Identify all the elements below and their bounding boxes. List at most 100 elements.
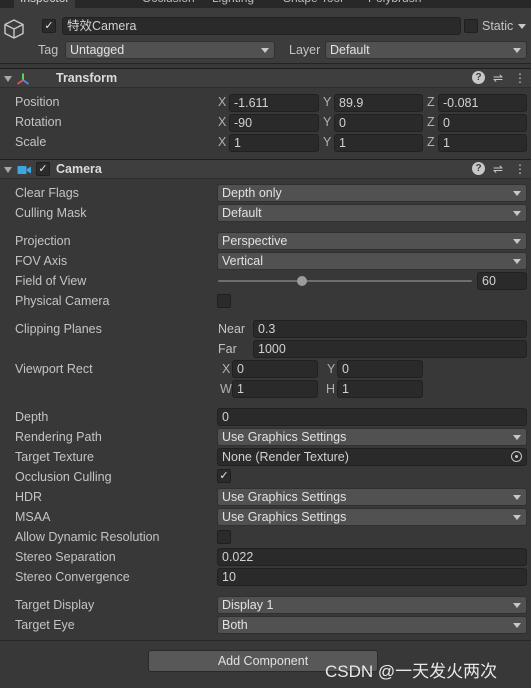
camera-icon (17, 164, 32, 176)
position-y-axis: Y (323, 95, 332, 109)
depth-label: Depth (15, 410, 49, 424)
culling-mask-dropdown[interactable]: Default (217, 204, 527, 222)
physical-camera-checkbox[interactable] (217, 294, 231, 308)
tab-occlusion[interactable]: Occlusion (142, 0, 195, 8)
viewport-rect-label: Viewport Rect (15, 362, 93, 376)
tab-lighting[interactable]: Lighting (212, 0, 254, 8)
scale-y-field[interactable]: 1 (334, 134, 423, 152)
position-label: Position (15, 95, 60, 109)
foldout-arrow-icon[interactable] (4, 167, 12, 173)
rendering-path-dropdown[interactable]: Use Graphics Settings (217, 428, 527, 446)
scale-x-field[interactable]: 1 (229, 134, 319, 152)
target-eye-dropdown[interactable]: Both (217, 616, 527, 634)
object-name-field[interactable]: 特效Camera (62, 17, 461, 35)
scale-z-axis: Z (427, 135, 435, 149)
clear-flags-dropdown[interactable]: Depth only (217, 184, 527, 202)
help-icon[interactable]: ? (472, 162, 485, 175)
msaa-value: Use Graphics Settings (222, 510, 347, 524)
tag-label: Tag (38, 43, 59, 57)
fov-slider-handle[interactable] (296, 276, 307, 286)
occlusion-culling-checkbox[interactable]: ✓ (217, 469, 231, 483)
near-label: Near (218, 322, 246, 336)
scale-y-axis: Y (323, 135, 332, 149)
transform-header[interactable]: Transform ? ⇌ ⋮ (0, 68, 531, 88)
fov-label: Field of View (15, 274, 87, 288)
fov-slider-track[interactable] (218, 280, 472, 282)
viewport-x-field[interactable]: 0 (232, 360, 318, 378)
position-x-field[interactable]: -1.611 (229, 94, 319, 112)
component-menu-icon[interactable]: ⋮ (514, 162, 526, 176)
physical-camera-label: Physical Camera (15, 294, 110, 308)
chevron-down-icon (513, 515, 521, 520)
camera-title: Camera (56, 162, 102, 176)
target-texture-field[interactable]: None (Render Texture) (217, 448, 527, 466)
chevron-down-icon (261, 48, 269, 53)
target-display-value: Display 1 (222, 598, 274, 612)
hdr-value: Use Graphics Settings (222, 490, 347, 504)
depth-field[interactable]: 0 (217, 408, 527, 426)
chevron-down-icon (513, 259, 521, 264)
tag-dropdown[interactable]: Untagged (65, 41, 275, 59)
layer-value: Default (330, 43, 370, 57)
occlusion-culling-label: Occlusion Culling (15, 470, 112, 484)
viewport-h-field[interactable]: 1 (337, 380, 423, 398)
fov-axis-dropdown[interactable]: Vertical (217, 252, 527, 270)
object-picker-icon[interactable] (511, 451, 522, 462)
rotation-label: Rotation (15, 115, 62, 129)
projection-label: Projection (15, 234, 71, 248)
scale-z-field[interactable]: 1 (438, 134, 527, 152)
static-checkbox[interactable] (464, 19, 478, 33)
rotation-z-field[interactable]: 0 (438, 114, 527, 132)
presets-icon[interactable]: ⇌ (493, 71, 503, 85)
tab-polybrush[interactable]: Polybrush (368, 0, 421, 8)
msaa-dropdown[interactable]: Use Graphics Settings (217, 508, 527, 526)
position-y-field[interactable]: 89.9 (334, 94, 423, 112)
tab-inspector[interactable]: Inspector (14, 0, 76, 8)
static-dropdown-arrow-icon[interactable] (518, 24, 526, 29)
stereo-separation-field[interactable]: 0.022 (217, 548, 527, 566)
position-x-axis: X (218, 95, 227, 109)
chevron-down-icon (513, 191, 521, 196)
rotation-x-field[interactable]: -90 (229, 114, 319, 132)
clear-flags-label: Clear Flags (15, 186, 79, 200)
chevron-down-icon (513, 239, 521, 244)
chevron-down-icon (513, 211, 521, 216)
foldout-arrow-icon[interactable] (4, 76, 12, 82)
position-z-field[interactable]: -0.081 (438, 94, 527, 112)
clipping-planes-label: Clipping Planes (15, 322, 102, 336)
dynamic-resolution-checkbox[interactable] (217, 530, 231, 544)
rotation-z-axis: Z (427, 115, 435, 129)
chevron-down-icon (513, 495, 521, 500)
position-z-axis: Z (427, 95, 435, 109)
fov-value-field[interactable]: 60 (477, 272, 527, 290)
object-active-checkbox[interactable]: ✓ (42, 19, 56, 33)
stereo-convergence-field[interactable]: 10 (217, 568, 527, 586)
tab-shape-tool[interactable]: Shape Tool (283, 0, 343, 8)
camera-enabled-checkbox[interactable]: ✓ (36, 162, 50, 176)
fov-axis-label: FOV Axis (15, 254, 68, 268)
help-icon[interactable]: ? (472, 71, 485, 84)
msaa-label: MSAA (15, 510, 51, 524)
divider (0, 640, 531, 641)
culling-mask-value: Default (222, 206, 262, 220)
hdr-dropdown[interactable]: Use Graphics Settings (217, 488, 527, 506)
hdr-label: HDR (15, 490, 43, 504)
viewport-w-field[interactable]: 1 (232, 380, 318, 398)
far-field[interactable]: 1000 (253, 340, 527, 358)
viewport-y-field[interactable]: 0 (337, 360, 423, 378)
transform-title: Transform (56, 71, 118, 85)
layer-label: Layer (289, 43, 321, 57)
presets-icon[interactable]: ⇌ (493, 162, 503, 176)
layer-dropdown[interactable]: Default (325, 41, 527, 59)
chevron-down-icon (513, 435, 521, 440)
component-menu-icon[interactable]: ⋮ (514, 71, 526, 85)
viewport-x-axis: X (222, 362, 231, 376)
camera-header[interactable]: ✓ Camera ? ⇌ ⋮ (0, 159, 531, 179)
near-field[interactable]: 0.3 (253, 320, 527, 338)
static-label: Static (482, 19, 514, 33)
rotation-y-field[interactable]: 0 (334, 114, 423, 132)
target-eye-label: Target Eye (15, 618, 75, 632)
projection-dropdown[interactable]: Perspective (217, 232, 527, 250)
watermark: CSDN @一天发火两次 (325, 662, 498, 681)
target-display-dropdown[interactable]: Display 1 (217, 596, 527, 614)
